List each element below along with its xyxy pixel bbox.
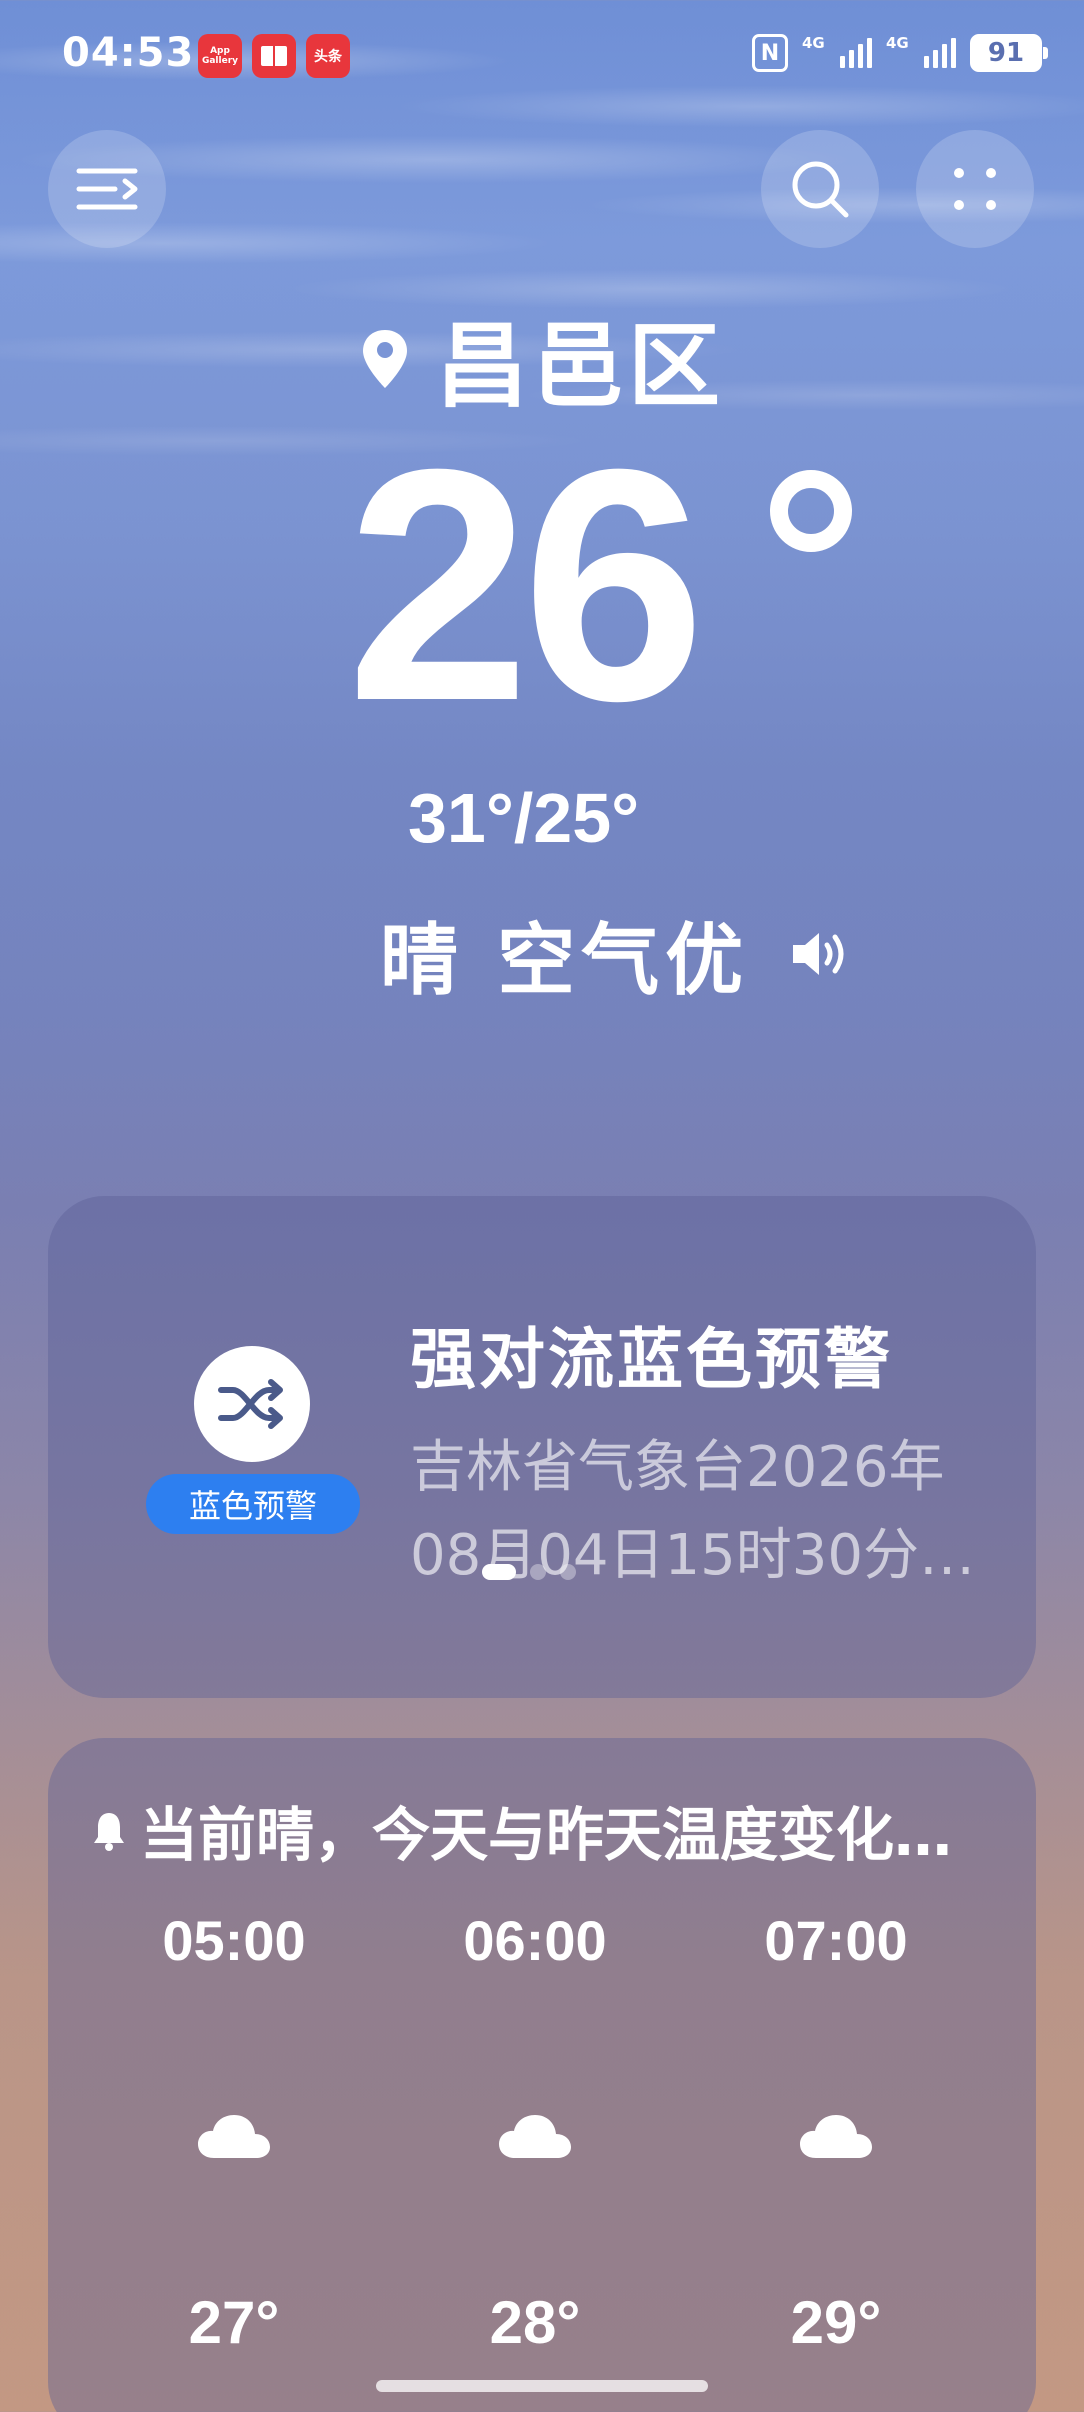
grid-dots-icon	[954, 168, 996, 210]
page-dot	[560, 1564, 576, 1580]
page-dot-active	[482, 1564, 516, 1580]
search-icon	[792, 161, 849, 218]
status-time: 04:53	[62, 30, 195, 76]
page-dot	[530, 1564, 546, 1580]
menu-icon	[76, 168, 138, 210]
notification-app-icons: App Gallery 头条	[198, 34, 350, 78]
hour-time: 05:00	[162, 1909, 306, 1972]
degree-symbol	[770, 470, 852, 552]
battery-level: 91	[987, 38, 1025, 68]
more-button[interactable]	[916, 130, 1034, 248]
warning-level-badge: 蓝色预警	[146, 1474, 360, 1534]
weather-warning-card[interactable]: 蓝色预警 强对流蓝色预警 吉林省气象台2026年08月04日15时30分发布强对…	[48, 1196, 1036, 1698]
bell-icon	[94, 1813, 124, 1851]
city-menu-button[interactable]	[48, 130, 166, 248]
hour-temperature: 28°	[489, 2289, 581, 2356]
cloud-icon	[499, 2115, 571, 2158]
status-indicators: N 4G 4G 91	[752, 34, 1048, 72]
warning-icon-group: 蓝色预警	[146, 1346, 360, 1536]
weather-condition: 晴 空气优	[380, 898, 851, 1010]
toutiao-icon: 头条	[306, 34, 350, 78]
shuffle-icon	[218, 1379, 283, 1429]
warning-title: 强对流蓝色预警	[410, 1321, 893, 1398]
nfc-icon: N	[752, 34, 788, 72]
hourly-forecast-card[interactable]: 当前晴，今天与昨天温度变化… 05:00 27° 06:00 28° 07:00…	[48, 1738, 1036, 2412]
app-gallery-icon: App Gallery	[198, 34, 242, 78]
hour-temperature: 27°	[188, 2289, 280, 2356]
cloud-icon	[198, 2115, 270, 2158]
warning-circle	[194, 1346, 310, 1462]
warning-page-indicator	[482, 1564, 576, 1580]
location-pin-icon	[362, 329, 407, 388]
home-indicator[interactable]	[376, 2380, 708, 2392]
hour-time: 07:00	[764, 1909, 908, 1972]
signal-icon-1: 4G	[802, 34, 872, 68]
hourly-summary-text: 当前晴，今天与昨天温度变化…	[140, 1801, 953, 1869]
reader-icon	[252, 34, 296, 78]
cloud-icon	[800, 2115, 872, 2158]
hourly-summary: 当前晴，今天与昨天温度变化…	[92, 1788, 1012, 1872]
current-temperature: 26	[346, 400, 705, 769]
temperature-range: 31°/25°	[408, 779, 640, 857]
speaker-icon[interactable]	[789, 929, 851, 979]
battery-icon: 91	[970, 34, 1048, 72]
hour-temperature: 29°	[790, 2289, 882, 2356]
search-button[interactable]	[761, 130, 879, 248]
status-bar: 04:53 App Gallery 头条 N 4G 4G 91	[0, 0, 1084, 110]
hour-time: 06:00	[463, 1909, 607, 1972]
signal-icon-2: 4G	[886, 34, 956, 68]
condition-text: 晴 空气优	[380, 916, 750, 1006]
